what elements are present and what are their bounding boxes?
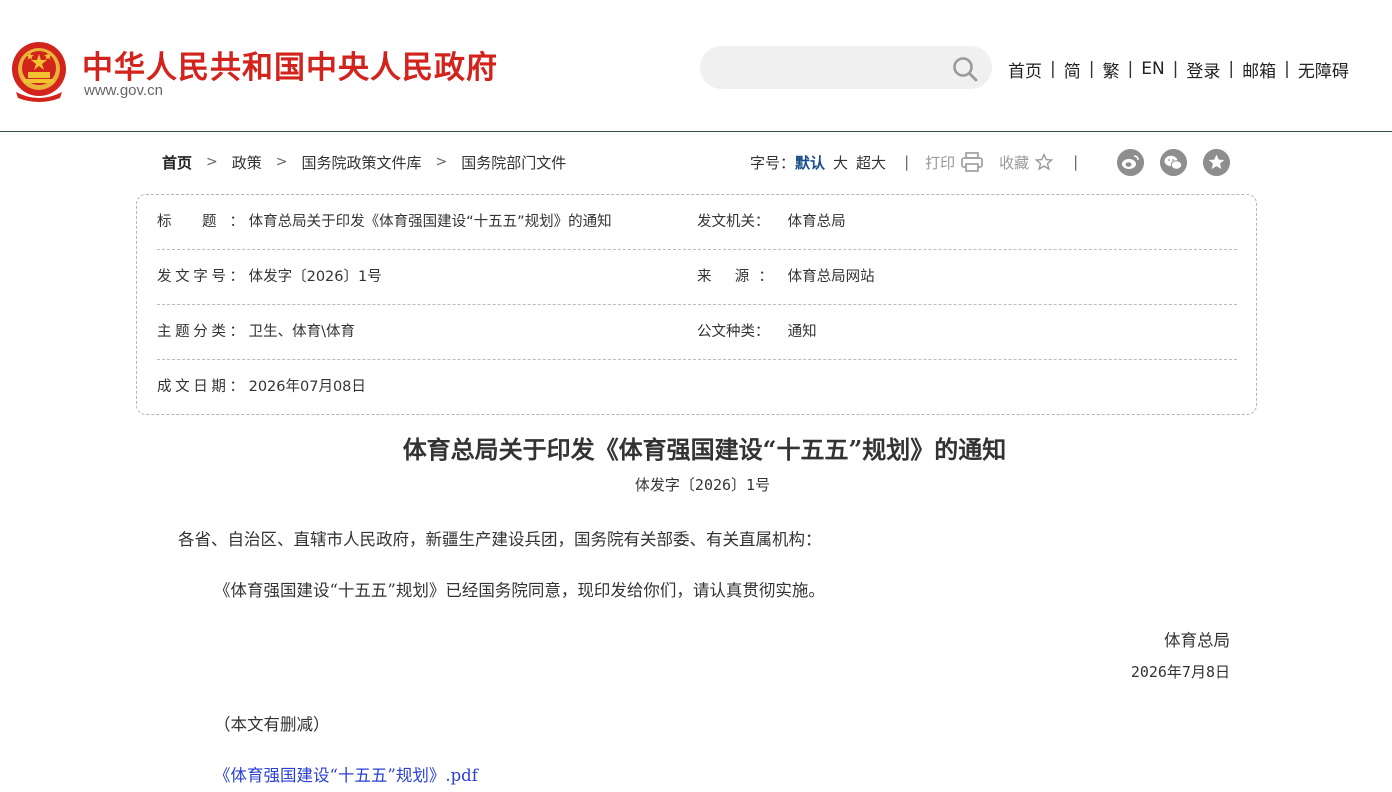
print-button[interactable]: 打印: [925, 152, 955, 173]
nav-login[interactable]: 登录: [1186, 57, 1220, 82]
font-size-xlarge[interactable]: 超大: [856, 152, 886, 173]
issuer-value: 体育总局: [787, 214, 846, 230]
source-label: 来 源：: [697, 269, 773, 285]
attachment-pdf-link[interactable]: 《体育强国建设“十五五”规划》.pdf: [214, 766, 478, 785]
nav-simplified[interactable]: 简: [1064, 57, 1081, 82]
weibo-icon[interactable]: [1117, 149, 1144, 176]
document-salutation: 各省、自治区、直辖市人民政府，新疆生产建设兵团，国务院有关部委、有关直属机构：: [178, 530, 822, 549]
date-label: 成文日期：: [157, 379, 244, 395]
breadcrumb-policy[interactable]: 政策: [232, 152, 262, 173]
type-label: 公文种类：: [697, 324, 770, 340]
breadcrumb: 首页 > 政策 > 国务院政策文件库 > 国务院部门文件: [162, 150, 566, 174]
national-emblem-icon[interactable]: [10, 40, 68, 102]
info-row-title: 标 题： 体育总局关于印发《体育强国建设“十五五”规划》的通知 发文机关： 体育…: [157, 195, 1237, 250]
favorite-share-icon[interactable]: [1203, 149, 1230, 176]
date-value: 2026年07月08日: [248, 379, 366, 395]
breadcrumb-policy-library[interactable]: 国务院政策文件库: [302, 152, 422, 173]
tools-separator: |: [1073, 153, 1079, 171]
nav-home[interactable]: 首页: [1008, 57, 1042, 82]
site-url[interactable]: www.gov.cn: [84, 82, 163, 99]
topic-value: 卫生、体育\体育: [248, 324, 355, 340]
nav-separator: |: [1050, 59, 1056, 79]
document-body: 《体育强国建设“十五五”规划》已经国务院同意，现印发给你们，请认真贯彻实施。: [214, 581, 825, 600]
nav-separator: |: [1228, 59, 1235, 79]
document-title: 体育总局关于印发《体育强国建设“十五五”规划》的通知: [402, 435, 1007, 464]
topic-label: 主题分类：: [157, 324, 244, 340]
site-header: 中华人民共和国中央人民政府 www.gov.cn 首页 | 简 | 繁 | EN | 登…: [0, 0, 1392, 132]
type-value: 通知: [787, 324, 817, 340]
info-row-docno: 发文字号： 体发字〔2026〕1号 来 源： 体育总局网站: [157, 250, 1237, 305]
nav-separator: |: [1172, 59, 1179, 79]
issuer-label: 发文机关：: [697, 214, 770, 230]
nav-separator: |: [1088, 59, 1095, 79]
article-tools: 字号： 默认 大 超大 | 打印 收藏 |: [750, 148, 1078, 176]
wechat-icon[interactable]: [1160, 149, 1187, 176]
docno-label: 发文字号：: [157, 269, 244, 285]
font-size-large[interactable]: 大: [833, 152, 848, 173]
breadcrumb-home[interactable]: 首页: [162, 152, 192, 173]
printer-icon[interactable]: [961, 152, 983, 172]
top-nav: 首页 | 简 | 繁 | EN | 登录 | 邮箱 | 无障碍: [1008, 56, 1349, 82]
docno-value: 体发字〔2026〕1号: [248, 269, 382, 285]
nav-traditional[interactable]: 繁: [1102, 57, 1119, 82]
title-value: 体育总局关于印发《体育强国建设“十五五”规划》的通知: [248, 214, 612, 230]
document-number: 体发字〔2026〕1号: [634, 476, 771, 494]
nav-separator: |: [1284, 59, 1290, 79]
chevron-right-icon: >: [206, 154, 218, 170]
tools-separator: |: [904, 153, 910, 171]
nav-english[interactable]: EN: [1141, 59, 1164, 79]
breadcrumb-department-docs[interactable]: 国务院部门文件: [461, 152, 566, 173]
nav-mailbox[interactable]: 邮箱: [1242, 57, 1276, 82]
chevron-right-icon: >: [275, 154, 288, 170]
title-label: 标 题：: [157, 214, 244, 230]
search-input[interactable]: [720, 54, 940, 81]
document-note: （本文有删减）: [214, 715, 330, 734]
nav-separator: |: [1127, 59, 1134, 79]
font-size-default[interactable]: 默认: [795, 152, 825, 173]
favorite-button[interactable]: 收藏: [999, 152, 1029, 173]
font-size-label: 字号：: [750, 153, 796, 172]
search-icon[interactable]: [952, 56, 978, 82]
chevron-right-icon: >: [435, 154, 448, 170]
search-box: [700, 46, 992, 89]
nav-accessibility[interactable]: 无障碍: [1298, 57, 1349, 82]
info-row-date: 成文日期： 2026年07月08日: [157, 360, 1237, 415]
document-info-box: 标 题： 体育总局关于印发《体育强国建设“十五五”规划》的通知 发文机关： 体育…: [136, 194, 1257, 415]
source-value: 体育总局网站: [787, 269, 875, 285]
star-icon[interactable]: [1035, 153, 1054, 171]
site-name[interactable]: 中华人民共和国中央人民政府: [82, 42, 498, 87]
document-sign-date: 2026年7月8日: [1130, 663, 1230, 681]
document-signer: 体育总局: [1164, 631, 1230, 650]
info-row-topic: 主题分类： 卫生、体育\体育 公文种类： 通知: [157, 305, 1237, 360]
